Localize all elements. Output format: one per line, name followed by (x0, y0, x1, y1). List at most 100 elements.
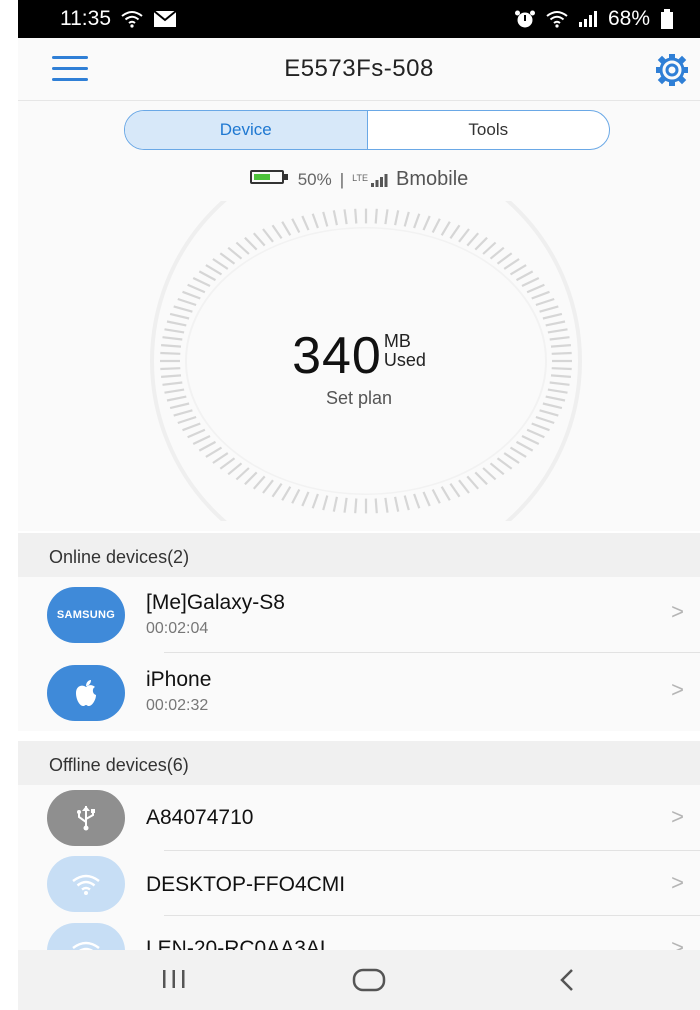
gauge-tick (431, 488, 441, 504)
gauge-tick (187, 283, 206, 294)
battery-icon (660, 9, 674, 29)
gauge-tick (212, 258, 229, 270)
gauge-tick (332, 496, 338, 512)
gauge-tick (515, 440, 534, 452)
gauge-tick (262, 479, 274, 494)
dashboard-panel: Device Tools 50% | LTE Bmobile 340 MB Used… (18, 101, 700, 531)
battery-level: 50% (297, 169, 332, 189)
gauge-tick (182, 422, 201, 432)
chevron-right-icon: > (671, 804, 684, 829)
home-icon (352, 968, 386, 992)
wifi-icon (546, 10, 568, 28)
usage-unit-used: Used (383, 350, 426, 370)
gauge-tick (235, 241, 250, 255)
gauge-tick (535, 415, 555, 425)
alarm-icon (514, 9, 536, 29)
device-name: iPhone (146, 668, 212, 691)
battery-level-icon (249, 169, 290, 190)
device-row-desktop-ffo4cmi[interactable]: DESKTOP-FFO4CMI > (18, 851, 700, 917)
recent-apps-button[interactable] (161, 968, 187, 995)
network-type: LTE (352, 172, 369, 183)
device-name: DESKTOP-FFO4CMI (146, 873, 346, 896)
gauge-tick (374, 498, 378, 514)
home-button[interactable] (352, 968, 386, 997)
system-nav-bar (18, 950, 700, 1010)
samsung-logo-text: SAMSUNG (56, 609, 116, 621)
gauge-tick (343, 497, 348, 513)
gauge-tick (322, 495, 329, 511)
gauge-tick (219, 457, 236, 470)
gauge-tick (374, 208, 378, 224)
apple-icon (47, 665, 125, 721)
tab-switcher: Device Tools (124, 110, 610, 150)
signal-icon (578, 10, 598, 28)
gauge-tick (403, 211, 410, 227)
set-plan-button[interactable]: Set plan (18, 388, 700, 409)
gauge-tick (291, 218, 301, 234)
gauge-tick (449, 224, 461, 240)
gauge-tick (531, 422, 550, 432)
device-row-a84074710[interactable]: A84074710 > (18, 785, 700, 851)
gauge-tick (311, 493, 319, 509)
device-name: [Me]Galaxy-S8 (146, 591, 285, 614)
gauge-tick (458, 479, 470, 494)
gauge-tick (535, 297, 555, 307)
wifi-icon (47, 856, 125, 912)
gauge-tick (192, 435, 211, 445)
recents-icon (163, 970, 185, 988)
device-row-iphone[interactable]: iPhone 00:02:32 > (18, 653, 700, 731)
gauge-tick (343, 209, 348, 225)
gauge-tick (192, 277, 211, 287)
gauge-tick (542, 312, 563, 320)
gauge-tick (177, 415, 197, 425)
gauge-tick (281, 486, 292, 501)
gauge-tick (403, 495, 410, 511)
gauge-tick (413, 493, 421, 509)
gauge-tick (458, 228, 470, 243)
gauge-tick (173, 305, 193, 313)
settings-button[interactable] (654, 52, 690, 88)
gauge-tick (545, 320, 566, 327)
usage-readout: 340 MB Used (18, 326, 700, 386)
gauge-tick (235, 467, 250, 481)
gauge-tick (394, 496, 400, 512)
gauge-tick (271, 224, 283, 240)
tab-tools[interactable]: Tools (368, 111, 610, 149)
gauge-tick (431, 218, 441, 234)
battery-percent: 68% (607, 7, 650, 30)
gauge-tick (503, 452, 520, 464)
gauge-tick (394, 210, 400, 226)
gauge-tick (440, 486, 451, 501)
gauge-tick (354, 208, 358, 224)
gauge-tick (384, 497, 389, 513)
gauge-tick (474, 236, 488, 251)
usage-unit-mb: MB (383, 331, 411, 351)
gauge-tick (539, 305, 559, 313)
gauge-tick (198, 270, 217, 282)
gauge-tick (531, 290, 550, 300)
wifi-icon (121, 10, 143, 28)
gauge-tick (281, 221, 292, 236)
tab-device[interactable]: Device (125, 111, 368, 149)
chevron-right-icon: > (671, 599, 684, 624)
gauge-tick (482, 241, 497, 255)
app-bar: E5573Fs-508 (18, 38, 700, 101)
gauge-tick (482, 467, 497, 481)
mail-icon (153, 10, 177, 28)
device-row-len-20-rc0aa3al[interactable]: LEN-20-RC0AA3AL > (18, 917, 700, 950)
gauge-tick (252, 232, 266, 247)
device-name: A84074710 (146, 806, 254, 829)
chevron-right-icon: > (671, 870, 684, 895)
back-button[interactable] (556, 968, 578, 997)
device-row-galaxy-s8[interactable]: SAMSUNG [Me]Galaxy-S8 00:02:04 > (18, 577, 700, 653)
device-info-line: 50% | LTE Bmobile (18, 168, 700, 191)
gauge-tick (182, 290, 201, 300)
divider (164, 915, 700, 916)
gauge-tick (489, 462, 505, 476)
gauge-tick (496, 457, 513, 470)
gauge-tick (301, 215, 310, 231)
lte-signal-icon: LTE (352, 173, 388, 187)
usb-icon (47, 790, 125, 846)
status-bar: 11:35 68% (18, 0, 700, 38)
wifi-icon (47, 923, 125, 950)
